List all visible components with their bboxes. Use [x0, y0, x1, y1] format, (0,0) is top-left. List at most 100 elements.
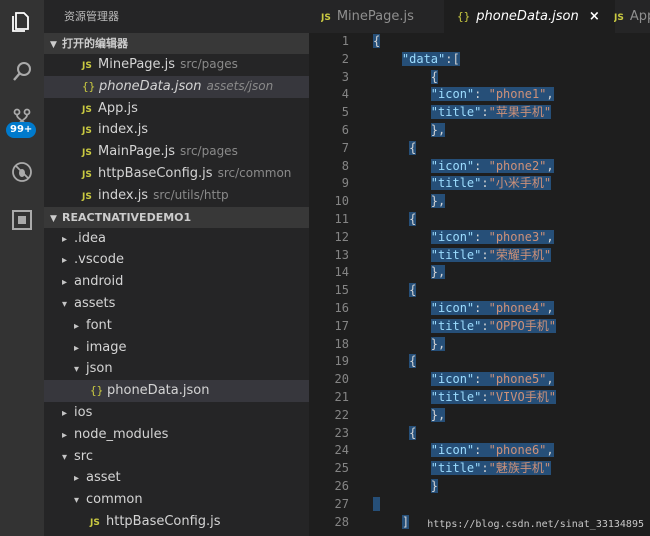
open-editors-header[interactable]: ▼ 打开的编辑器 — [44, 33, 309, 54]
line-number: 3 — [341, 69, 349, 84]
line-number: 26 — [334, 478, 349, 493]
code-line: "title":"荣耀手机" — [373, 247, 556, 265]
js-icon: JS — [82, 191, 92, 202]
json-string: "苹果手机" — [488, 105, 552, 120]
open-editor-item[interactable]: JS App.js — [44, 98, 309, 120]
code-editor[interactable]: 1 2 3 4 5 6 7 8 9 10 11 12 13 14 15 16 17 18 19 20 21 22 23 24 2… — [309, 33, 650, 536]
json-string: "phone2" — [488, 158, 547, 173]
js-icon: JS — [82, 148, 92, 159]
folder-item[interactable]: ▸ .idea — [44, 228, 309, 250]
js-icon: JS — [82, 126, 92, 137]
chevron-down-icon: ▾ — [62, 298, 68, 310]
open-editor-item[interactable]: JS index.js — [44, 119, 309, 141]
folder-item[interactable]: ▾ assets — [44, 293, 309, 315]
folder-item[interactable]: ▾ json — [44, 358, 309, 380]
tab-phonedata[interactable]: {} phoneData.json × — [444, 0, 615, 33]
line-number: 4 — [341, 87, 349, 102]
json-key: "title" — [430, 105, 482, 120]
folder-item[interactable]: ▸ image — [44, 337, 309, 359]
line-number: 22 — [334, 407, 349, 422]
tab-app[interactable]: JS App.js — [614, 0, 650, 33]
folder-item[interactable]: ▸ node_modules — [44, 424, 309, 446]
json-key: "icon" — [430, 372, 475, 387]
folder-item[interactable]: ▸ asset — [44, 467, 309, 489]
code-line: "icon": "phone1", — [373, 86, 556, 104]
line-number: 21 — [334, 389, 349, 404]
json-string: "phone6" — [488, 443, 547, 458]
code-line: "title":"小米手机" — [373, 175, 556, 193]
chevron-right-icon: ▸ — [62, 277, 68, 289]
punctuation: }, — [430, 336, 446, 351]
json-key: "title" — [430, 318, 482, 333]
code-line: "title":"苹果手机" — [373, 104, 556, 122]
punctuation: , — [546, 300, 554, 315]
tab-minepage[interactable]: JS MinePage.js — [321, 0, 441, 33]
folder-item[interactable]: ▸ .vscode — [44, 249, 309, 271]
punctuation: : — [474, 372, 489, 387]
debug-icon[interactable] — [0, 152, 44, 192]
punctuation: }, — [430, 122, 446, 137]
open-editor-item[interactable]: JS index.js src/utils/http — [44, 185, 309, 207]
folder-item[interactable]: ▾ common — [44, 489, 309, 511]
open-editor-item[interactable]: JS httpBaseConfig.js src/common — [44, 163, 309, 185]
open-editor-item[interactable]: JS MinePage.js src/pages — [44, 54, 309, 76]
json-string: "OPPO手机" — [488, 318, 556, 333]
open-editor-item[interactable]: JS MainPage.js src/pages — [44, 141, 309, 163]
json-key: "data" — [401, 51, 446, 66]
file-name: assets — [74, 295, 116, 311]
search-icon[interactable] — [0, 52, 44, 92]
file-name: httpBaseConfig.js — [106, 513, 221, 529]
chevron-right-icon: ▸ — [62, 255, 68, 267]
chevron-down-icon: ▾ — [74, 364, 80, 376]
code-line — [373, 496, 556, 514]
punctuation: }, — [430, 407, 446, 422]
folder-item[interactable]: ▸ font — [44, 315, 309, 337]
punctuation: : — [481, 461, 489, 476]
code-line: "title":"魅族手机" — [373, 460, 556, 478]
chevron-right-icon: ▸ — [74, 473, 80, 485]
explorer-icon[interactable] — [0, 2, 44, 42]
file-name: MinePage.js — [98, 57, 176, 72]
code-line: "title":"VIVO手机" — [373, 389, 556, 407]
code-line: "icon": "phone6", — [373, 442, 556, 460]
chevron-right-icon: ▸ — [62, 233, 68, 245]
code-line: }, — [373, 264, 556, 282]
json-string: "VIVO手机" — [488, 389, 556, 404]
folder-item[interactable]: ▸ ios — [44, 402, 309, 424]
file-name: image — [86, 339, 127, 355]
open-editors-label: 打开的编辑器 — [62, 37, 128, 50]
code-line: "icon": "phone2", — [373, 158, 556, 176]
punctuation: { — [409, 425, 417, 440]
file-item[interactable]: {} phoneData.json — [44, 380, 309, 402]
folder-item[interactable]: ▸ android — [44, 271, 309, 293]
project-header[interactable]: ▼ REACTNATIVEDEMO1 — [44, 206, 309, 228]
punctuation: , — [546, 229, 554, 244]
js-icon: JS — [82, 61, 92, 71]
extensions-icon[interactable] — [0, 200, 44, 240]
json-key: "icon" — [430, 87, 475, 102]
code-content[interactable]: { "data":[ { "icon": "phone1", "title":"… — [373, 33, 556, 531]
punctuation: : — [481, 389, 489, 404]
file-item[interactable]: JS httpBaseConfig.js — [44, 511, 309, 533]
line-number: 24 — [334, 443, 349, 458]
close-icon[interactable]: × — [589, 9, 600, 24]
open-editor-item[interactable]: {} phoneData.json assets/json — [44, 75, 309, 98]
chevron-down-icon: ▼ — [50, 40, 57, 50]
file-name: phoneData.json — [107, 383, 210, 399]
file-name: android — [74, 274, 124, 290]
json-string: "phone5" — [488, 372, 547, 387]
chevron-right-icon: ▸ — [62, 429, 68, 441]
json-key: "title" — [430, 247, 482, 262]
folder-item[interactable]: ▾ src — [44, 446, 309, 468]
file-path: src/utils/http — [153, 187, 229, 202]
code-line: } — [373, 478, 556, 496]
